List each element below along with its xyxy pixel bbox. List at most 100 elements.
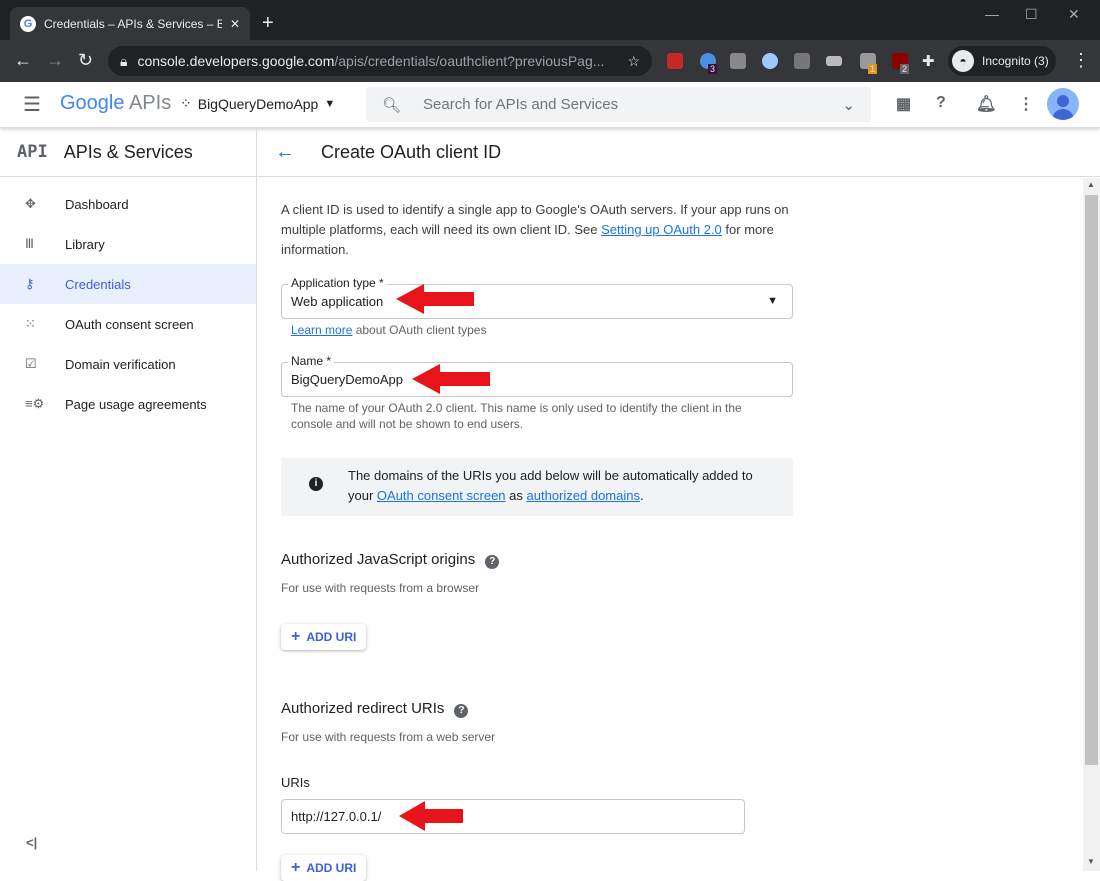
sidebar-item-label: Domain verification bbox=[65, 356, 176, 372]
extension-icon[interactable] bbox=[730, 53, 746, 69]
add-js-origin-uri-button[interactable]: + ADD URI bbox=[281, 624, 367, 650]
extension-icon[interactable] bbox=[794, 53, 810, 69]
plus-icon: + bbox=[291, 628, 301, 645]
application-type-value: Web application bbox=[291, 294, 384, 309]
sidebar-item-dashboard[interactable]: ✥ Dashboard bbox=[0, 184, 256, 224]
name-value: BigQueryDemoApp bbox=[291, 372, 403, 387]
name-hint: The name of your OAuth 2.0 client. This … bbox=[291, 401, 742, 431]
google-apis-logo[interactable]: Google APIs bbox=[60, 92, 171, 115]
console-header: ☰ Google APIs ⁘ BigQueryDemoApp ▼ 🔍︎ Sea… bbox=[0, 82, 1100, 128]
learn-more-text: Learn more about OAuth client types bbox=[291, 323, 487, 337]
application-type-select[interactable]: Application type * Web application ▼ bbox=[281, 276, 793, 319]
add-redirect-uri-button[interactable]: + ADD URI bbox=[281, 855, 367, 881]
uris-label: URIs bbox=[281, 775, 310, 790]
browser-toolbar: ← → ↻ 🔒︎ console.developers.google.com/a… bbox=[0, 40, 1100, 82]
scrollbar-thumb[interactable] bbox=[1085, 195, 1098, 765]
chevron-down-icon: ▼ bbox=[324, 97, 336, 110]
redirect-uris-hint: For use with requests from a web server bbox=[281, 730, 496, 744]
close-window-icon[interactable]: ✕ bbox=[1068, 6, 1080, 23]
intro-text: A client ID is used to identify a single… bbox=[281, 202, 789, 257]
search-placeholder: Search for APIs and Services bbox=[423, 96, 619, 113]
sidebar-item-label: OAuth consent screen bbox=[65, 316, 194, 332]
help-icon[interactable]: ? bbox=[936, 94, 946, 112]
sidebar-item-page-usage[interactable]: ≡⚙ Page usage agreements bbox=[0, 384, 256, 424]
reload-icon[interactable]: ↻ bbox=[78, 50, 93, 71]
more-options-icon[interactable]: ⋮ bbox=[1018, 94, 1034, 114]
red-annotation-arrow bbox=[412, 364, 490, 394]
key-icon: ⚷ bbox=[25, 276, 35, 291]
plus-icon: + bbox=[291, 859, 301, 876]
avatar[interactable] bbox=[1047, 88, 1079, 120]
name-label: Name * bbox=[288, 354, 335, 368]
extension-icon[interactable] bbox=[667, 53, 683, 69]
url-host: console.developers.google.com bbox=[137, 53, 335, 69]
back-icon[interactable]: ← bbox=[14, 50, 32, 71]
scroll-up-icon[interactable]: ▲ bbox=[1087, 180, 1095, 189]
content-header: ← Create OAuth client ID bbox=[257, 128, 1100, 177]
forward-icon[interactable]: → bbox=[46, 50, 64, 71]
redirect-uris-heading: Authorized redirect URIs? bbox=[281, 700, 469, 718]
chevron-down-icon[interactable]: ⌄ bbox=[842, 96, 855, 114]
checkbox-icon: ☑ bbox=[25, 356, 37, 371]
name-input[interactable]: Name * BigQueryDemoApp bbox=[281, 354, 793, 397]
consent-icon: ⁙ bbox=[25, 316, 36, 331]
hamburger-menu-icon[interactable]: ☰ bbox=[23, 92, 41, 117]
sidebar-header: API APIs & Services bbox=[0, 128, 256, 177]
search-icon: 🔍︎ bbox=[382, 96, 402, 114]
maximize-icon[interactable]: ☐ bbox=[1025, 6, 1038, 23]
dropdown-arrow-icon: ▼ bbox=[767, 295, 778, 307]
authorized-domains-link[interactable]: authorized domains bbox=[527, 488, 640, 503]
logo-google: Google bbox=[60, 92, 125, 114]
notifications-bell-icon[interactable]: 🔔︎ bbox=[976, 94, 996, 114]
learn-more-link[interactable]: Learn more bbox=[291, 323, 352, 337]
minimize-icon[interactable]: — bbox=[985, 6, 999, 22]
google-favicon-icon: G bbox=[20, 15, 36, 32]
help-icon[interactable]: ? bbox=[454, 704, 469, 718]
extension-badge: 3 bbox=[708, 64, 718, 74]
red-annotation-arrow bbox=[396, 284, 474, 314]
browser-menu-icon[interactable]: ⋮ bbox=[1072, 50, 1090, 71]
sidebar-item-credentials[interactable]: ⚷ Credentials bbox=[0, 264, 256, 304]
bookmark-star-icon[interactable]: ☆ bbox=[627, 53, 640, 70]
collapse-sidebar-icon[interactable]: <| bbox=[26, 835, 37, 850]
page-title: Create OAuth client ID bbox=[321, 141, 502, 162]
address-bar[interactable]: 🔒︎ console.developers.google.com/apis/cr… bbox=[108, 46, 652, 76]
oauth-consent-screen-link[interactable]: OAuth consent screen bbox=[377, 488, 506, 503]
close-tab-icon[interactable]: ✕ bbox=[230, 17, 240, 31]
sidebar-item-library[interactable]: Ⅲ Library bbox=[0, 224, 256, 264]
redirect-uri-value: http://127.0.0.1/ bbox=[291, 809, 382, 824]
redirect-uri-input[interactable]: http://127.0.0.1/ bbox=[281, 799, 745, 834]
sidebar: API APIs & Services ✥ Dashboard Ⅲ Library … bbox=[0, 128, 257, 871]
red-annotation-arrow bbox=[399, 801, 463, 831]
extension-icon[interactable] bbox=[826, 56, 842, 66]
sidebar-item-label: Page usage agreements bbox=[65, 396, 207, 412]
project-name: BigQueryDemoApp bbox=[197, 95, 319, 112]
js-origins-hint: For use with requests from a browser bbox=[281, 581, 480, 595]
help-icon[interactable]: ? bbox=[485, 555, 500, 569]
scroll-down-icon[interactable]: ▼ bbox=[1087, 857, 1095, 866]
new-tab-icon[interactable]: + bbox=[262, 12, 274, 35]
sidebar-item-domain-verification[interactable]: ☑ Domain verification bbox=[0, 344, 256, 384]
extension-icon[interactable] bbox=[762, 53, 778, 69]
search-input[interactable]: 🔍︎ Search for APIs and Services ⌄ bbox=[366, 87, 871, 122]
project-icon: ⁘ bbox=[180, 95, 192, 111]
setting-up-oauth-link[interactable]: Setting up OAuth 2.0 bbox=[601, 222, 722, 237]
back-arrow-icon[interactable]: ← bbox=[275, 141, 295, 164]
sidebar-item-oauth-consent[interactable]: ⁙ OAuth consent screen bbox=[0, 304, 256, 344]
browser-tab[interactable]: G Credentials – APIs & Services – BigQ ✕ bbox=[10, 7, 250, 40]
info-banner: i The domains of the URIs you add below … bbox=[281, 458, 793, 516]
incognito-button[interactable]: ◓ Incognito (3) bbox=[948, 46, 1056, 76]
js-origins-heading: Authorized JavaScript origins? bbox=[281, 551, 500, 569]
sidebar-title: APIs & Services bbox=[63, 141, 193, 162]
extensions-puzzle-icon[interactable]: ✚ bbox=[922, 52, 935, 70]
dashboard-icon: ✥ bbox=[25, 196, 36, 211]
sidebar-item-label: Library bbox=[65, 236, 105, 252]
browser-title-bar: G Credentials – APIs & Services – BigQ ✕… bbox=[0, 0, 1100, 40]
incognito-label: Incognito (3) bbox=[982, 54, 1049, 68]
project-selector[interactable]: ⁘ BigQueryDemoApp ▼ bbox=[180, 95, 335, 112]
extension-badge: 2 bbox=[900, 64, 910, 74]
lock-icon: 🔒︎ bbox=[120, 52, 128, 69]
application-type-label: Application type * bbox=[288, 276, 387, 290]
gift-icon[interactable]: ▦ bbox=[896, 94, 911, 114]
sidebar-item-label: Credentials bbox=[65, 276, 131, 292]
